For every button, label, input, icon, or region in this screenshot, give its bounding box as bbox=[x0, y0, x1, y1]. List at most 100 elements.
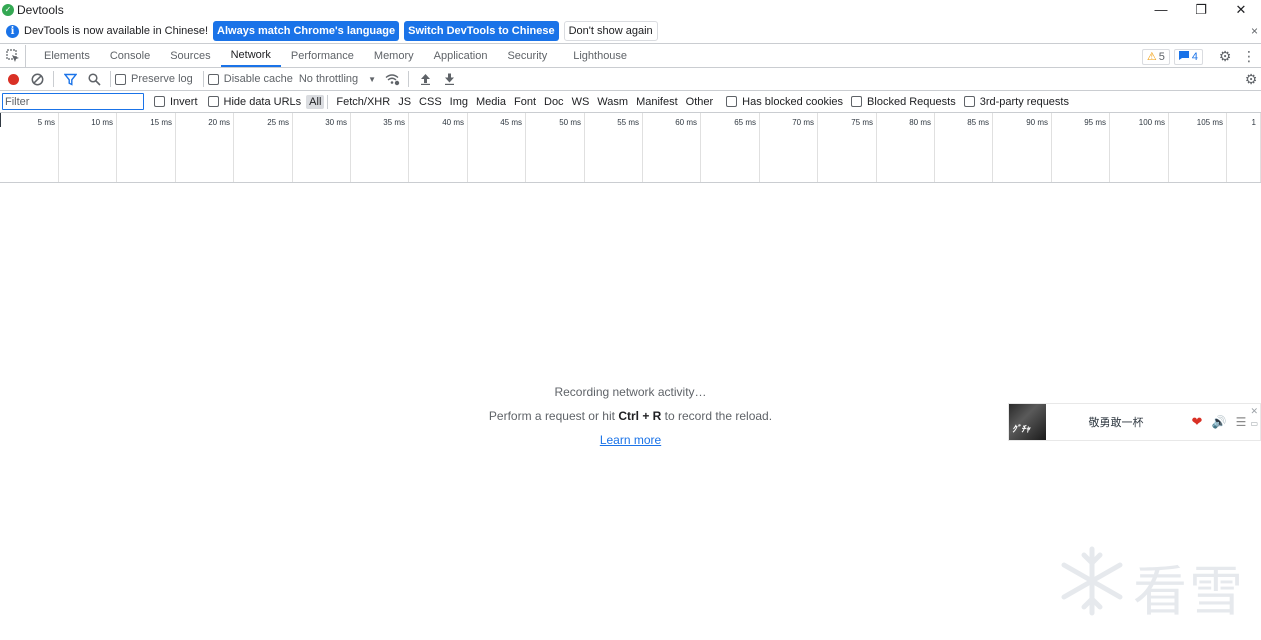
type-filter-doc[interactable]: Doc bbox=[541, 95, 567, 109]
export-har-button[interactable] bbox=[437, 68, 461, 91]
network-timeline-overview[interactable]: 5 ms 10 ms 15 ms 20 ms 25 ms 30 ms 35 ms 40 ms 4… bbox=[0, 113, 1261, 183]
tab-console[interactable]: Console bbox=[100, 45, 160, 67]
timeline-tick-label: 95 ms bbox=[1084, 118, 1106, 127]
more-options-icon[interactable]: ⋮ bbox=[1237, 48, 1261, 65]
type-filter-divider bbox=[327, 94, 329, 109]
timeline-gridline bbox=[817, 113, 818, 182]
timeline-tick-label: 85 ms bbox=[967, 118, 989, 127]
restore-button[interactable]: ❐ bbox=[1181, 0, 1221, 19]
settings-gear-icon[interactable]: ⚙ bbox=[1213, 48, 1237, 65]
playlist-icon[interactable]: ☰ bbox=[1230, 415, 1252, 429]
preserve-log-label: Preserve log bbox=[131, 73, 193, 85]
clear-button[interactable] bbox=[25, 68, 49, 91]
import-har-button[interactable] bbox=[413, 68, 437, 91]
timeline-tick-label: 60 ms bbox=[675, 118, 697, 127]
timeline-gridline bbox=[525, 113, 526, 182]
invert-checkbox[interactable]: Invert bbox=[154, 96, 198, 108]
filter-funnel-icon bbox=[63, 73, 77, 86]
volume-icon[interactable]: 🔊 bbox=[1208, 415, 1230, 429]
timeline-tick-label: 30 ms bbox=[325, 118, 347, 127]
tab-network[interactable]: Network bbox=[220, 45, 281, 67]
type-filter-font[interactable]: Font bbox=[511, 95, 539, 109]
timeline-gridline bbox=[759, 113, 760, 182]
messages-count: 4 bbox=[1191, 50, 1198, 63]
toolbar-right-actions: ⚙ bbox=[1239, 68, 1261, 91]
throttling-select[interactable]: No throttling ▼ bbox=[299, 73, 376, 85]
album-cover[interactable]: ｸﾞﾁｬ bbox=[1009, 404, 1046, 440]
timeline-tick-label: 80 ms bbox=[909, 118, 931, 127]
checkbox-box[interactable] bbox=[963, 96, 975, 107]
switch-chinese-button[interactable]: Switch DevTools to Chinese bbox=[404, 21, 559, 41]
timeline-tick-label: 25 ms bbox=[267, 118, 289, 127]
dont-show-again-button[interactable]: Don't show again bbox=[563, 21, 658, 41]
checkbox-box[interactable] bbox=[115, 73, 126, 85]
has-blocked-cookies-checkbox[interactable]: Has blocked cookies bbox=[726, 96, 843, 108]
checkbox-box[interactable] bbox=[851, 96, 863, 107]
close-icon[interactable]: ✕ bbox=[1250, 406, 1258, 417]
info-icon: i bbox=[6, 24, 19, 38]
filter-input[interactable] bbox=[2, 93, 144, 110]
has-blocked-cookies-label: Has blocked cookies bbox=[742, 95, 844, 108]
checkbox-box[interactable] bbox=[154, 96, 165, 107]
record-button[interactable] bbox=[1, 68, 25, 91]
invert-label: Invert bbox=[170, 95, 198, 108]
timeline-gridline bbox=[233, 113, 234, 182]
timeline-tick-label: 75 ms bbox=[851, 118, 873, 127]
type-filter-img[interactable]: Img bbox=[447, 95, 471, 109]
warnings-badge[interactable]: ⚠ 5 bbox=[1141, 48, 1170, 65]
timeline-tick-label: 35 ms bbox=[383, 118, 405, 127]
throttling-value: No throttling bbox=[298, 73, 359, 85]
upload-icon bbox=[420, 74, 430, 85]
type-filter-wasm[interactable]: Wasm bbox=[594, 95, 631, 109]
blocked-requests-checkbox[interactable]: Blocked Requests bbox=[851, 96, 956, 108]
warning-icon: ⚠ bbox=[1146, 51, 1157, 63]
hide-data-urls-checkbox[interactable]: Hide data URLs bbox=[207, 96, 301, 108]
type-filter-css[interactable]: CSS bbox=[416, 95, 445, 109]
minimize-widget-icon[interactable]: ▭ bbox=[1250, 419, 1258, 428]
close-window-button[interactable]: ✕ bbox=[1221, 0, 1261, 19]
tab-elements[interactable]: Elements bbox=[34, 45, 100, 67]
timeline-tick-label: 55 ms bbox=[617, 118, 639, 127]
tab-memory[interactable]: Memory bbox=[364, 45, 424, 67]
tab-sources[interactable]: Sources bbox=[160, 45, 220, 67]
messages-badge[interactable]: 4 bbox=[1173, 48, 1203, 65]
tab-performance[interactable]: Performance bbox=[281, 45, 364, 67]
music-player-widget[interactable]: ｸﾞﾁｬ 敬勇敢一杯 ❤ 🔊 ☰ ✕ ▭ bbox=[1008, 403, 1261, 441]
tab-application[interactable]: Application bbox=[424, 45, 498, 67]
timeline-gridline bbox=[992, 113, 993, 182]
type-filter-media[interactable]: Media bbox=[473, 95, 509, 109]
filter-toggle-button[interactable] bbox=[58, 68, 82, 91]
type-filter-fetch-xhr[interactable]: Fetch/XHR bbox=[333, 95, 393, 109]
network-settings-gear-icon[interactable]: ⚙ bbox=[1239, 71, 1261, 88]
learn-more-link[interactable]: Learn more bbox=[600, 433, 661, 447]
warnings-count: 5 bbox=[1158, 50, 1165, 63]
preserve-log-checkbox[interactable]: Preserve log bbox=[115, 73, 193, 85]
type-filter-manifest[interactable]: Manifest bbox=[633, 95, 681, 109]
type-filter-ws[interactable]: WS bbox=[569, 95, 593, 109]
network-conditions-button[interactable] bbox=[380, 68, 404, 91]
tab-security[interactable]: Security bbox=[497, 45, 557, 67]
checkbox-box[interactable] bbox=[207, 73, 219, 85]
third-party-requests-checkbox[interactable]: 3rd-party requests bbox=[963, 96, 1069, 108]
infobar-close-icon[interactable]: × bbox=[1251, 24, 1258, 38]
disable-cache-checkbox[interactable]: Disable cache bbox=[207, 73, 293, 85]
checkbox-box[interactable] bbox=[726, 96, 738, 107]
type-filter-other[interactable]: Other bbox=[683, 95, 717, 109]
devtools-app-icon: ✓ bbox=[2, 3, 14, 16]
checkbox-box[interactable] bbox=[207, 96, 219, 107]
timeline-tick-label: 5 ms bbox=[37, 118, 55, 127]
timeline-gridline bbox=[934, 113, 935, 182]
watermark-text: 看雪 bbox=[1133, 560, 1245, 623]
heart-icon[interactable]: ❤ bbox=[1186, 414, 1208, 430]
match-language-button[interactable]: Always match Chrome's language bbox=[213, 21, 400, 41]
type-filter-js[interactable]: JS bbox=[395, 95, 414, 109]
tab-lighthouse[interactable]: Lighthouse bbox=[563, 45, 637, 67]
minimize-button[interactable]: — bbox=[1141, 0, 1181, 19]
inspect-element-icon[interactable] bbox=[0, 45, 26, 67]
toolbar-divider bbox=[202, 71, 204, 87]
search-button[interactable] bbox=[82, 68, 106, 91]
type-filter-all[interactable]: All bbox=[306, 94, 325, 109]
message-icon bbox=[1178, 50, 1189, 63]
tabbar-right-actions: ⚠ 5 4 ⚙ ⋮ bbox=[1141, 45, 1261, 68]
window-controls: — ❐ ✕ bbox=[1141, 0, 1261, 19]
